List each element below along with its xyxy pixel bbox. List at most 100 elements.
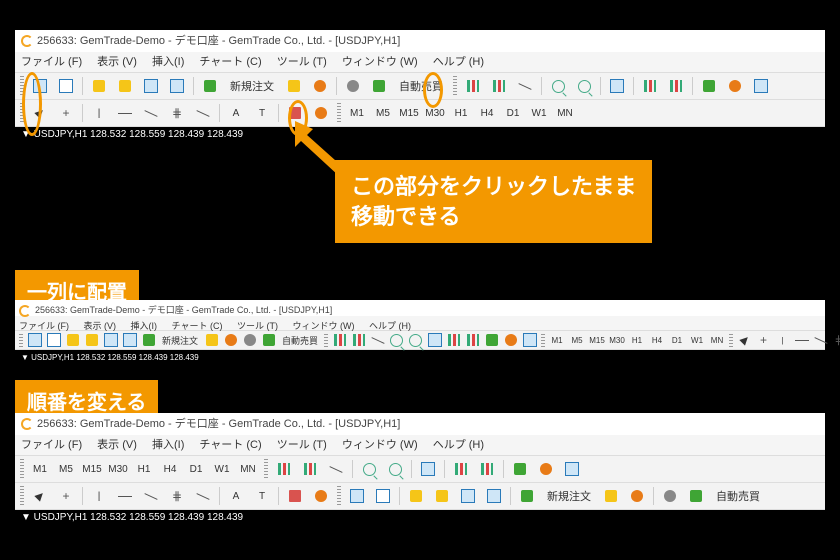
profiles-button[interactable]: [54, 74, 78, 98]
autotrade-icon[interactable]: [367, 74, 391, 98]
tester-button[interactable]: [165, 74, 189, 98]
candle-chart-button[interactable]: [298, 457, 322, 481]
tf-d1[interactable]: D1: [501, 103, 525, 123]
tf-d1[interactable]: D1: [184, 459, 208, 479]
line-chart-button[interactable]: [324, 457, 348, 481]
indicator-button[interactable]: [697, 74, 721, 98]
tf-h4[interactable]: H4: [158, 459, 182, 479]
new-order-icon[interactable]: [515, 484, 539, 508]
tf-w1[interactable]: W1: [527, 103, 551, 123]
line-chart-button[interactable]: [369, 332, 386, 349]
profiles-button[interactable]: [45, 332, 62, 349]
grip-icon[interactable]: [337, 486, 341, 506]
expert-button[interactable]: [658, 484, 682, 508]
fibo-button[interactable]: [191, 101, 215, 125]
template-button[interactable]: [749, 74, 773, 98]
vline-button[interactable]: |: [87, 101, 111, 125]
expert-button[interactable]: [241, 332, 258, 349]
new-order-icon[interactable]: [198, 74, 222, 98]
hline-button[interactable]: [793, 332, 810, 349]
indicator-button[interactable]: [483, 332, 500, 349]
tf-m30[interactable]: M30: [106, 459, 130, 479]
autoscroll-button[interactable]: [664, 74, 688, 98]
label-button[interactable]: T: [250, 484, 274, 508]
channel-button[interactable]: ⋕: [165, 101, 189, 125]
cursor-button[interactable]: [28, 101, 52, 125]
shift-button[interactable]: [445, 332, 462, 349]
autoscroll-button[interactable]: [464, 332, 481, 349]
zoom-out-button[interactable]: [572, 74, 596, 98]
zoom-out-button[interactable]: [407, 332, 424, 349]
autotrade-button[interactable]: 自動売買: [710, 485, 766, 507]
grip-icon[interactable]: [453, 76, 457, 96]
market-watch-button[interactable]: [87, 74, 111, 98]
options-button[interactable]: [308, 74, 332, 98]
menu-file[interactable]: ファイル (F): [21, 56, 82, 68]
objects-button[interactable]: [309, 484, 333, 508]
tf-h1[interactable]: H1: [132, 459, 156, 479]
tf-mn[interactable]: MN: [708, 333, 726, 348]
crosshair-button[interactable]: +: [54, 484, 78, 508]
grip-icon[interactable]: [337, 103, 341, 123]
expert-button[interactable]: [341, 74, 365, 98]
menu-window[interactable]: ウィンドウ (W): [292, 321, 354, 331]
crosshair-button[interactable]: +: [755, 332, 772, 349]
new-order-button[interactable]: 新規注文: [541, 485, 597, 507]
grip-icon[interactable]: [541, 334, 545, 347]
arrows-button[interactable]: [283, 484, 307, 508]
menu-chart[interactable]: チャート (C): [172, 321, 223, 331]
tf-h4[interactable]: H4: [475, 103, 499, 123]
channel-button[interactable]: ⋕: [165, 484, 189, 508]
menu-tool[interactable]: ツール (T): [277, 439, 327, 451]
options-button[interactable]: [222, 332, 239, 349]
bar-chart-button[interactable]: [331, 332, 348, 349]
shift-button[interactable]: [638, 74, 662, 98]
tile-button[interactable]: [426, 332, 443, 349]
new-chart-button[interactable]: [28, 74, 52, 98]
tf-h4[interactable]: H4: [648, 333, 666, 348]
bar-chart-button[interactable]: [272, 457, 296, 481]
period-button[interactable]: [534, 457, 558, 481]
metaeditor-button[interactable]: [599, 484, 623, 508]
menu-help[interactable]: ヘルプ (H): [369, 321, 411, 331]
hline-button[interactable]: [113, 101, 137, 125]
text-button[interactable]: A: [224, 484, 248, 508]
menu-window[interactable]: ウィンドウ (W): [342, 439, 418, 451]
menu-insert[interactable]: 挿入(I): [131, 321, 158, 331]
grip-icon[interactable]: [324, 334, 328, 347]
menu-view[interactable]: 表示 (V): [97, 439, 137, 451]
candle-chart-button[interactable]: [487, 74, 511, 98]
candle-chart-button[interactable]: [350, 332, 367, 349]
trendline-button[interactable]: [139, 101, 163, 125]
period-button[interactable]: [502, 332, 519, 349]
tf-h1[interactable]: H1: [449, 103, 473, 123]
navigator-button[interactable]: [83, 332, 100, 349]
terminal-button[interactable]: [456, 484, 480, 508]
period-button[interactable]: [723, 74, 747, 98]
new-order-icon[interactable]: [140, 332, 157, 349]
autotrade-button[interactable]: 自動売買: [393, 75, 449, 97]
template-button[interactable]: [560, 457, 584, 481]
zoom-in-button[interactable]: [546, 74, 570, 98]
arrows-button[interactable]: [283, 101, 307, 125]
menu-insert[interactable]: 挿入(I): [152, 56, 184, 68]
menu-file[interactable]: ファイル (F): [19, 321, 69, 331]
menu-tool[interactable]: ツール (T): [277, 56, 327, 68]
menu-view[interactable]: 表示 (V): [84, 321, 117, 331]
tf-m1[interactable]: M1: [28, 459, 52, 479]
vline-button[interactable]: |: [774, 332, 791, 349]
tf-mn[interactable]: MN: [553, 103, 577, 123]
autotrade-icon[interactable]: [260, 332, 277, 349]
menu-tool[interactable]: ツール (T): [237, 321, 278, 331]
crosshair-button[interactable]: +: [54, 101, 78, 125]
cursor-button[interactable]: [28, 484, 52, 508]
zoom-in-button[interactable]: [357, 457, 381, 481]
tf-m1[interactable]: M1: [345, 103, 369, 123]
tf-m5[interactable]: M5: [568, 333, 586, 348]
zoom-out-button[interactable]: [383, 457, 407, 481]
new-chart-button[interactable]: [345, 484, 369, 508]
grip-icon[interactable]: [20, 103, 24, 123]
bar-chart-button[interactable]: [461, 74, 485, 98]
line-chart-button[interactable]: [513, 74, 537, 98]
market-watch-button[interactable]: [64, 332, 81, 349]
